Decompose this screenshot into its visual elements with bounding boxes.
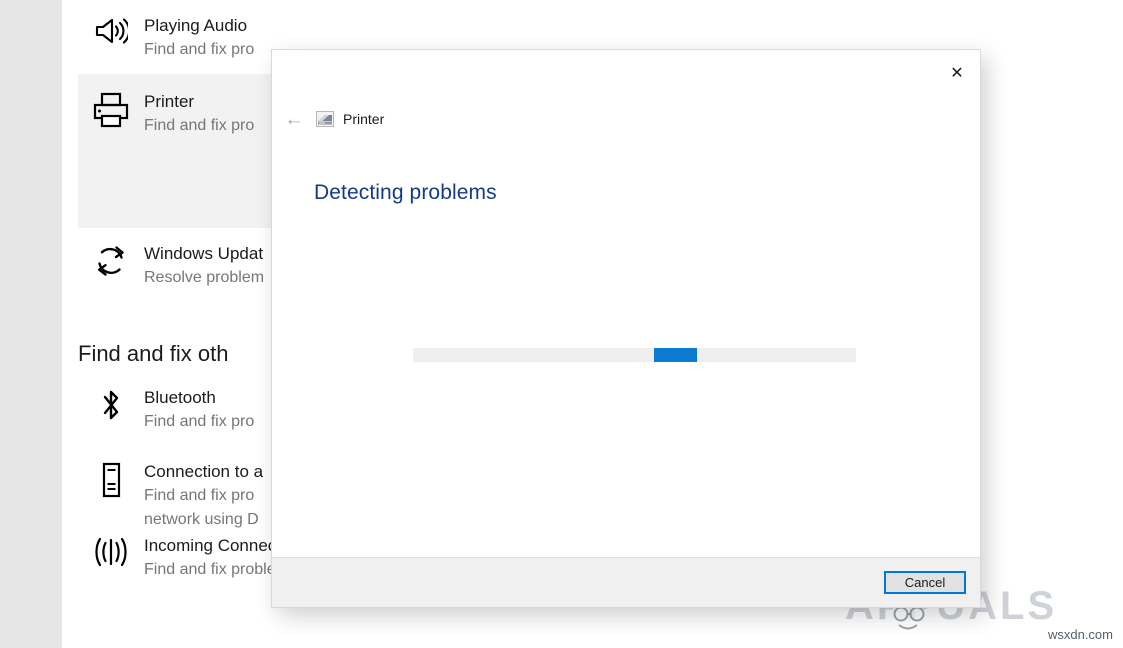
- back-arrow-icon[interactable]: ←: [272, 109, 316, 130]
- dialog-body: Detecting problems: [272, 136, 980, 557]
- list-item-text: Connection to a Find and fix pro network…: [144, 460, 263, 532]
- printer-small-icon: [316, 111, 334, 127]
- speaker-icon: [78, 14, 144, 46]
- close-icon[interactable]: ✕: [934, 50, 980, 96]
- list-item-title: Connection to a: [144, 462, 264, 481]
- dialog-header-title: Printer: [343, 111, 385, 127]
- progress-bar-indicator: [654, 348, 697, 362]
- bluetooth-icon: [78, 386, 144, 422]
- left-gutter: [0, 0, 62, 648]
- list-item-text: Playing Audio Find and fix pro: [144, 14, 254, 62]
- list-item-title: Playing Audio: [144, 16, 248, 35]
- list-item-title: Windows Updat: [144, 244, 264, 263]
- dialog-heading: Detecting problems: [314, 181, 497, 204]
- list-item-text: Bluetooth Find and fix pro: [144, 386, 254, 434]
- device-icon: [78, 460, 144, 498]
- list-item-description: Resolve problem: [144, 269, 265, 286]
- cancel-button[interactable]: Cancel: [884, 571, 966, 594]
- list-item-description: Find and fix pro: [144, 413, 255, 430]
- printer-icon: [78, 90, 144, 128]
- dialog-titlebar: ✕: [272, 50, 980, 98]
- section-heading: Find and fix oth: [78, 341, 229, 366]
- broadcast-icon: [78, 534, 144, 568]
- list-item-text: Printer Find and fix pro: [144, 90, 254, 138]
- dialog-footer: Cancel: [272, 557, 980, 607]
- list-item-title: Bluetooth: [144, 388, 216, 407]
- list-item-description: Find and fix pro: [144, 117, 255, 134]
- dialog-header: ← Printer: [272, 98, 980, 136]
- refresh-icon: [78, 242, 144, 278]
- list-item-description: Find and fix pro: [144, 41, 255, 58]
- list-item-text: Windows Updat Resolve problem: [144, 242, 264, 290]
- progress-bar: [413, 348, 856, 362]
- list-item-description: Find and fix pro network using D: [144, 487, 259, 528]
- list-item-title: Printer: [144, 92, 195, 111]
- troubleshooter-dialog: ✕ ← Printer Detecting problems Cancel: [272, 50, 980, 607]
